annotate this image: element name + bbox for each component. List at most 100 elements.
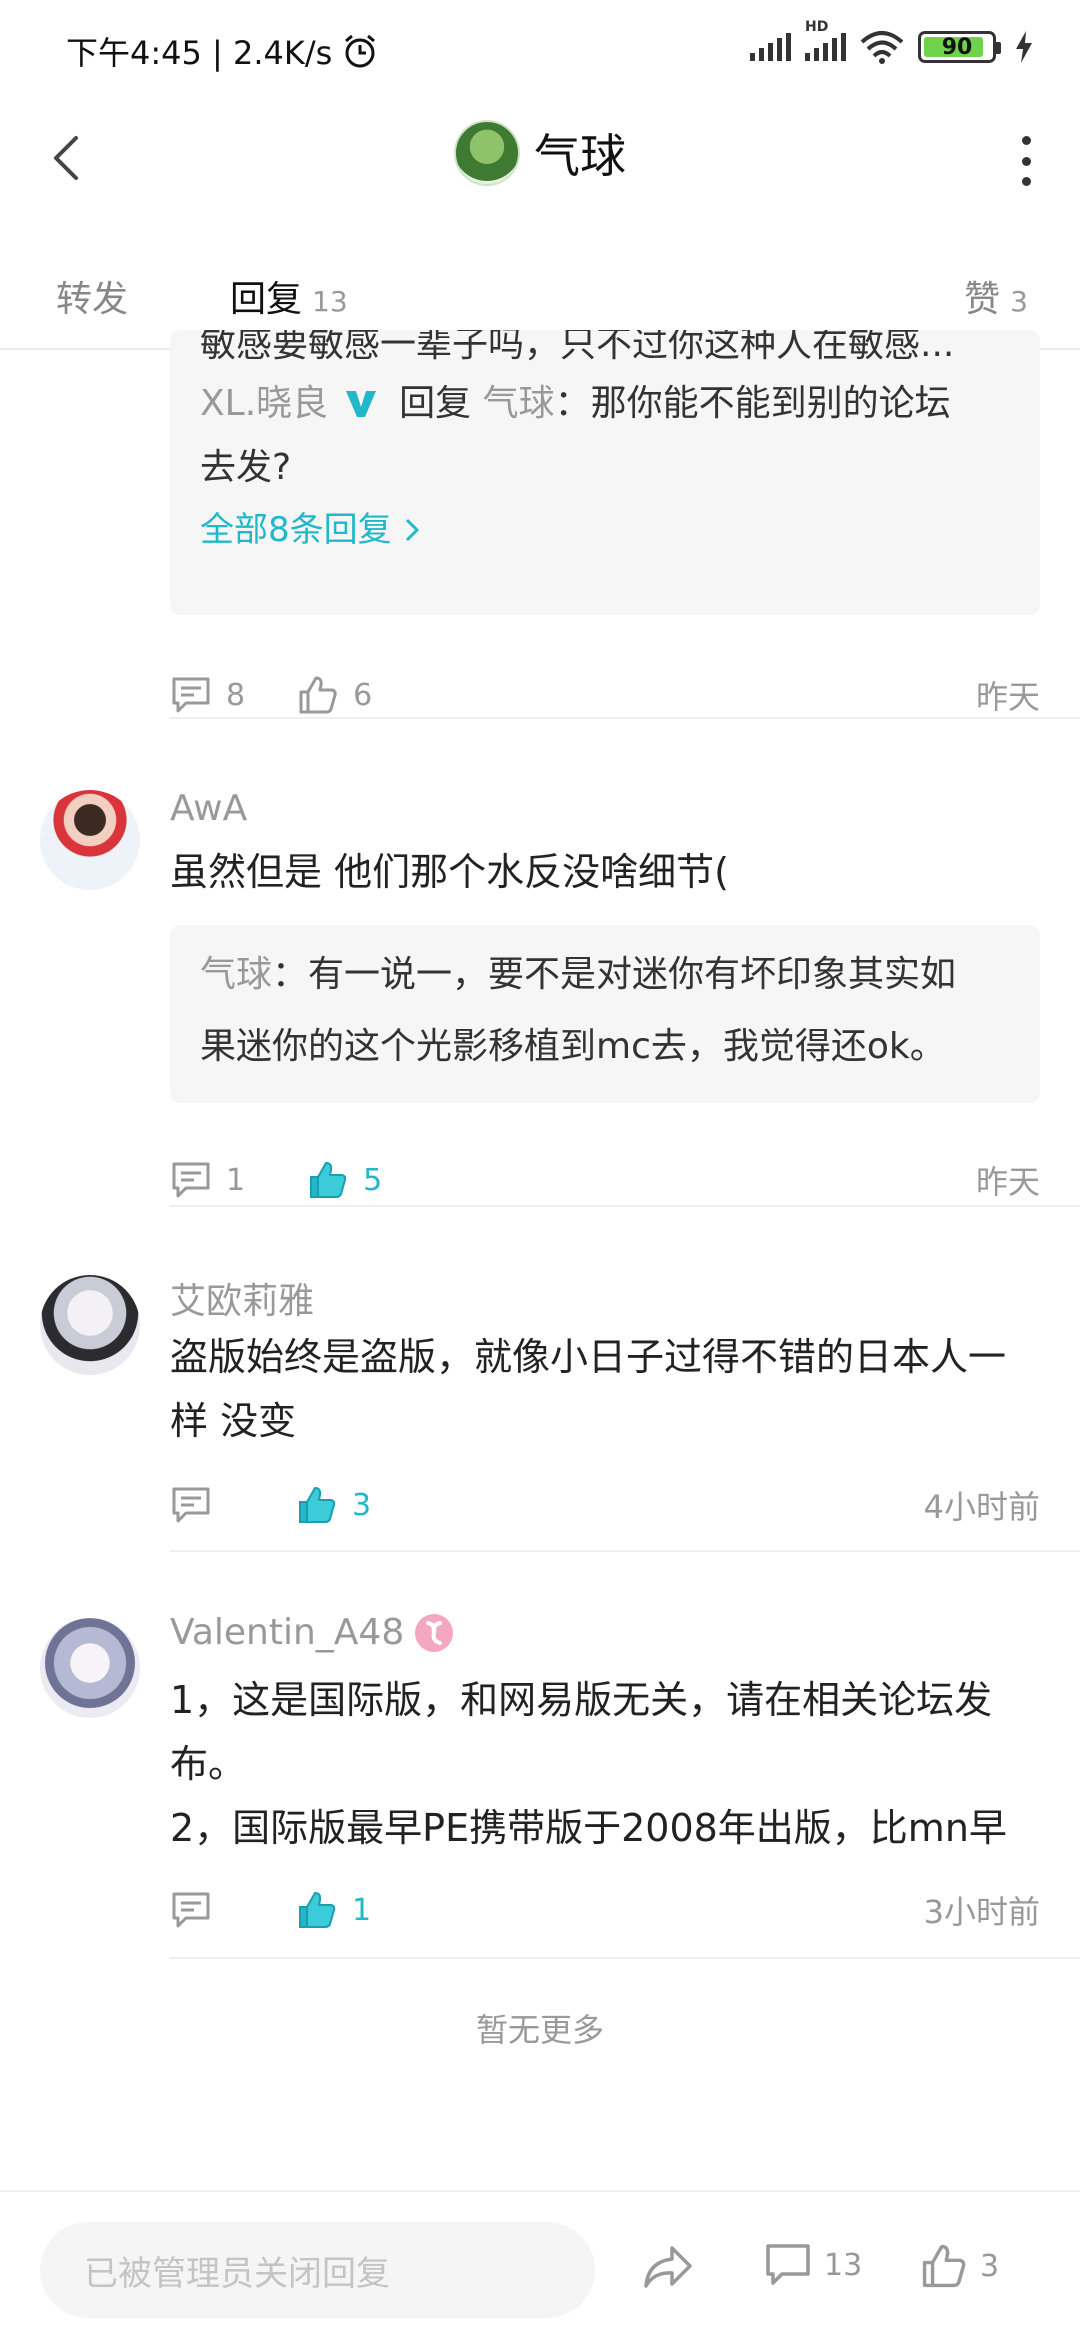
share-button[interactable] <box>640 2242 696 2292</box>
bottom-comment-count: 13 <box>824 2247 863 2283</box>
comment-text: 盗版始终是盗版，就像小日子过得不错的日本人一 样 没变 <box>170 1325 1030 1453</box>
comment-text-line: 1，这是国际版，和网易版无关，请在相关论坛发 <box>170 1678 993 1722</box>
avatar[interactable] <box>40 790 140 890</box>
comment-meta: 1 3小时前 <box>170 1880 1040 1940</box>
divider <box>170 1205 1080 1207</box>
quoted-text: ：有一说一，要不是对迷你有坏印象其实如 <box>272 954 957 995</box>
comment-icon <box>172 1162 210 1198</box>
like-count: 1 <box>352 1892 372 1928</box>
thumbs-up-filled-icon <box>310 1162 347 1198</box>
thumbs-up-icon <box>299 676 337 714</box>
comment-button[interactable] <box>170 1485 212 1525</box>
like-button[interactable]: 3 <box>920 2242 999 2290</box>
nested-reply-text: ：那你能不能到别的论坛 <box>554 383 951 424</box>
verified-v-icon <box>345 391 376 417</box>
comment-time: 昨天 <box>975 1163 1040 1201</box>
comment-text-line: 样 没变 <box>170 1399 297 1443</box>
username[interactable]: Valentin_A48 <box>170 1612 454 1653</box>
comment-time: 昨天 <box>975 678 1040 716</box>
quoted-text-cont: 果迷你的这个光影移植到mc去，我觉得还ok。 <box>200 1026 946 1067</box>
comment-count: 8 <box>226 677 246 713</box>
charging-icon <box>1016 31 1032 63</box>
username[interactable]: 艾欧莉雅 <box>170 1272 314 1324</box>
reply-thread-box[interactable]: 敏感要敏感一辈子吗，只不过你这种人在敏感... XL.晓良 回复 气球：那你能不… <box>170 330 1040 615</box>
like-button[interactable]: 5 <box>307 1159 382 1201</box>
comment-text-line: 2，国际版最早PE携带版于2008年出版，比mn早 <box>170 1806 1007 1850</box>
more-dot-icon <box>1021 136 1031 145</box>
comment-time: 4小时前 <box>923 1488 1040 1526</box>
tab-like-label: 赞 <box>964 279 1001 320</box>
tab-like[interactable]: 赞 3 <box>964 270 1028 322</box>
battery-icon: 90 <box>918 31 1001 63</box>
quoted-reply[interactable]: 气球：有一说一，要不是对迷你有坏印象其实如 果迷你的这个光影移植到mc去，我觉得… <box>170 925 1040 1103</box>
comment-text: 1，这是国际版，和网易版无关，请在相关论坛发 布。 2，国际版最早PE携带版于2… <box>170 1668 1030 1860</box>
reply-input[interactable]: 已被管理员关闭回复 <box>40 2222 595 2318</box>
wifi-icon <box>860 31 904 64</box>
app-header: 气球 <box>0 100 1080 220</box>
comment-time: 3小时前 <box>923 1893 1040 1931</box>
signal-icon <box>750 33 791 61</box>
avatar[interactable] <box>40 1618 140 1718</box>
like-button[interactable]: 1 <box>296 1889 371 1931</box>
tab-reply-label: 回复 <box>230 279 303 320</box>
comment-count-button[interactable]: 8 <box>170 675 245 715</box>
reply-page: 下午4:45 | 2.4K/s HD 90 气球 转发 回复 13 赞 3 敏感… <box>0 0 1080 2340</box>
nested-reply-text-cont: 去发? <box>200 447 292 488</box>
username-text: Valentin_A48 <box>170 1612 405 1653</box>
tab-reply-count: 13 <box>312 285 348 318</box>
like-button[interactable]: 6 <box>297 674 372 716</box>
bottom-like-count: 3 <box>980 2248 1000 2284</box>
more-options-button[interactable] <box>1016 136 1036 186</box>
comment-icon <box>172 1892 210 1928</box>
no-more-text: 暂无更多 <box>475 2011 604 2049</box>
divider <box>170 1550 1080 1552</box>
hd-label: HD <box>805 19 829 35</box>
comment-meta: 8 6 昨天 <box>170 665 1040 725</box>
like-button[interactable]: 3 <box>296 1484 371 1526</box>
comment-count-button[interactable]: 1 <box>170 1160 245 1200</box>
tab-forward[interactable]: 转发 <box>56 270 128 322</box>
reply-word: 回复 <box>399 383 472 424</box>
nested-reply-target[interactable]: 气球 <box>483 383 555 424</box>
page-title: 气球 <box>534 129 626 183</box>
status-icons: HD 90 <box>750 19 1034 64</box>
avatar[interactable] <box>40 1275 140 1375</box>
status-time-speed: 下午4:45 | 2.4K/s <box>66 28 380 74</box>
bottom-action-bar: 已被管理员关闭回复 13 3 <box>0 2190 1080 2340</box>
thumbs-up-filled-icon <box>299 1892 336 1928</box>
status-time-text: 下午4:45 | 2.4K/s <box>66 34 333 72</box>
thumbs-up-icon <box>922 2244 966 2288</box>
comment-icon <box>766 2244 810 2285</box>
battery-level: 90 <box>941 34 973 60</box>
comment-text-line: 盗版始终是盗版，就像小日子过得不错的日本人一 <box>170 1335 1007 1379</box>
username[interactable]: AwA <box>170 788 247 829</box>
nested-reply: XL.晓良 回复 气球：那你能不能到别的论坛 去发? <box>200 372 1010 500</box>
all-replies-label: 全部8条回复 <box>200 510 392 550</box>
divider <box>170 717 1080 719</box>
comment-icon <box>172 677 210 713</box>
more-dot-icon <box>1021 156 1031 166</box>
tab-reply[interactable]: 回复 13 <box>230 270 348 322</box>
like-count: 6 <box>353 677 373 713</box>
alarm-icon <box>345 34 376 68</box>
comment-meta: 1 5 昨天 <box>170 1150 1040 1210</box>
all-replies-link[interactable]: 全部8条回复 <box>200 500 1010 560</box>
tab-forward-label: 转发 <box>56 279 129 320</box>
comment-button[interactable]: 13 <box>764 2242 862 2288</box>
comment-count: 1 <box>226 1162 246 1198</box>
user-avatar[interactable] <box>454 120 520 186</box>
quoted-author[interactable]: 气球 <box>200 954 272 995</box>
comment-meta: 3 4小时前 <box>170 1475 1040 1535</box>
ribbon-badge-icon <box>415 1613 454 1652</box>
status-bar: 下午4:45 | 2.4K/s HD 90 <box>0 0 1080 100</box>
comment-text: 虽然但是 他们那个水反没啥细节( <box>170 850 729 894</box>
comment-button[interactable] <box>170 1890 212 1930</box>
like-count: 3 <box>352 1487 372 1523</box>
header-title-group[interactable]: 气球 <box>0 120 1080 186</box>
comment-text-line: 布。 <box>170 1742 247 1786</box>
thumbs-up-filled-icon <box>299 1487 336 1523</box>
chevron-right-icon <box>406 518 420 542</box>
reply-input-placeholder: 已被管理员关闭回复 <box>84 2253 390 2294</box>
more-dot-icon <box>1021 177 1031 186</box>
nested-reply-author[interactable]: XL.晓良 <box>200 383 328 424</box>
